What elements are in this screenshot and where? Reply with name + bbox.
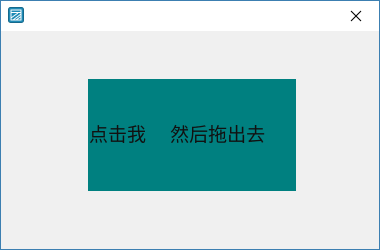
title-bar[interactable]	[1, 1, 379, 31]
client-area: 点击我 然后拖出去	[1, 31, 379, 249]
drag-box-label: 点击我 然后拖出去	[89, 123, 266, 146]
close-button[interactable]	[333, 1, 379, 31]
drag-source-box[interactable]: 点击我 然后拖出去	[88, 79, 296, 191]
app-window: 点击我 然后拖出去	[0, 0, 380, 250]
app-icon	[8, 7, 24, 23]
close-icon	[350, 7, 362, 26]
